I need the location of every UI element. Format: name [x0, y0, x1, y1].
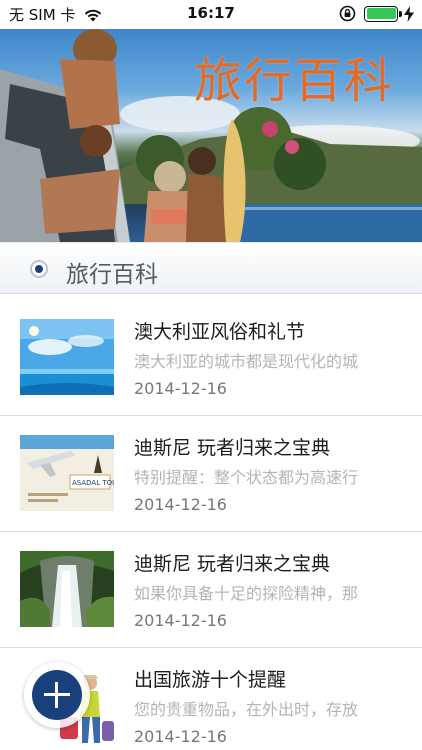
add-button[interactable] — [32, 670, 82, 720]
article-title: 出国旅游十个提醒 — [134, 669, 287, 691]
article-description: 如果你具备十足的探险精神，那 — [134, 584, 359, 603]
article-title: 迪斯尼 玩者归来之宝典 — [134, 553, 331, 575]
banner-title: 旅行百科 — [193, 53, 394, 109]
article-title: 澳大利亚风俗和礼节 — [134, 321, 306, 343]
list-item[interactable]: 澳大利亚风俗和礼节 澳大利亚的城市都是现代化的城 2014-12-16 — [0, 300, 422, 416]
article-description: 澳大利亚的城市都是现代化的城 — [134, 352, 359, 371]
charging-bolt-icon — [404, 5, 414, 22]
section-bullet-icon — [30, 260, 48, 278]
postcard-text: ASADAL TOUR — [72, 479, 114, 487]
waterfall-thumbnail — [20, 551, 114, 627]
status-bar: 无 SIM 卡 16:17 — [0, 0, 422, 29]
article-description: 特别提醒：整个状态都为高速行 — [134, 468, 359, 487]
article-date: 2014-12-16 — [134, 611, 227, 630]
article-date: 2014-12-16 — [134, 495, 227, 514]
rotation-lock-icon — [339, 5, 356, 22]
section-title: 旅行百科 — [66, 262, 158, 288]
article-date: 2014-12-16 — [134, 379, 227, 398]
article-date: 2014-12-16 — [134, 727, 227, 746]
battery-level — [366, 8, 396, 19]
battery-icon — [364, 5, 402, 22]
banner-image[interactable]: 旅行百科 — [0, 29, 422, 242]
status-icons — [339, 5, 414, 22]
beach-sea-thumbnail — [20, 319, 114, 395]
section-header: 旅行百科 — [0, 242, 422, 294]
list-item[interactable]: 迪斯尼 玩者归来之宝典 如果你具备十足的探险精神，那 2014-12-16 — [0, 532, 422, 648]
travel-postcard-thumbnail: ASADAL TOUR — [20, 435, 114, 511]
article-title: 迪斯尼 玩者归来之宝典 — [134, 437, 331, 459]
list-item[interactable]: ASADAL TOUR 迪斯尼 玩者归来之宝典 特别提醒：整个状态都为高速行 2… — [0, 416, 422, 532]
article-description: 您的贵重物品，在外出时，存放 — [134, 700, 359, 719]
